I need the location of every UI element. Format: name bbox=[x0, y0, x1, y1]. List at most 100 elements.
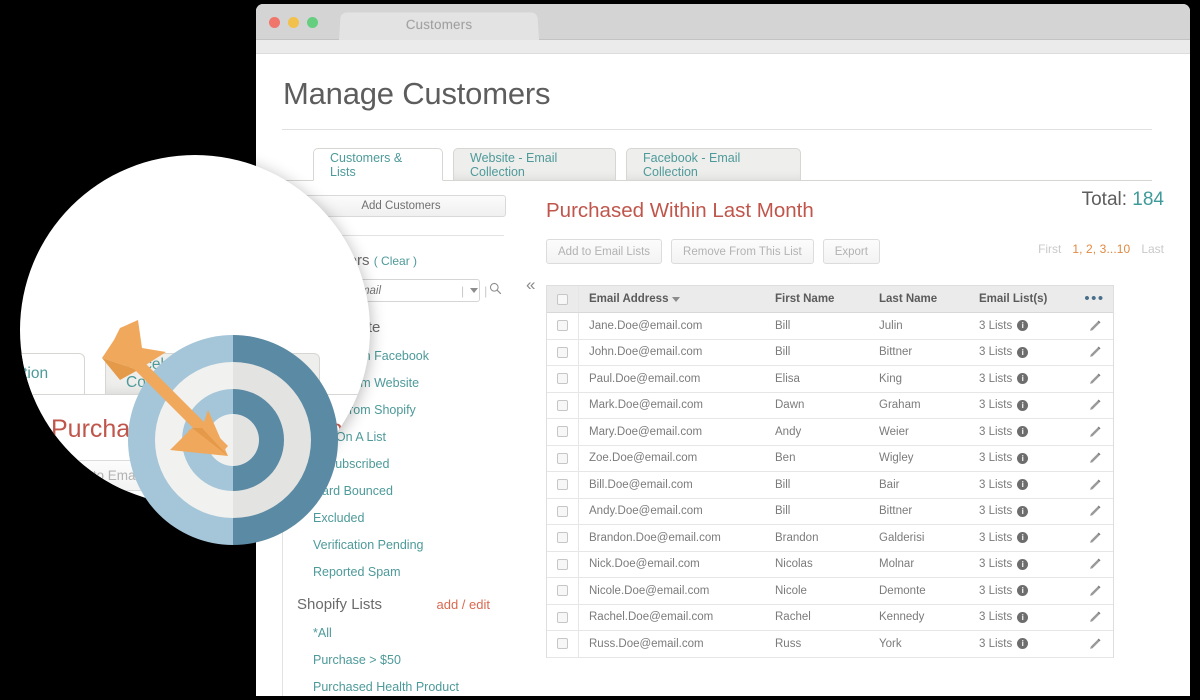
table-row[interactable]: John.Doe@email.com Bill Bittner 3 Lists i bbox=[547, 339, 1113, 366]
search-icon[interactable] bbox=[489, 282, 502, 300]
row-actions-cell[interactable] bbox=[1076, 319, 1113, 333]
magnified-tab-website[interactable]: ...llection bbox=[20, 353, 85, 395]
row-checkbox[interactable] bbox=[557, 611, 568, 623]
clear-link[interactable]: ( Clear ) bbox=[374, 254, 417, 268]
pagination-last[interactable]: Last bbox=[1141, 242, 1164, 256]
row-select-cell[interactable] bbox=[547, 525, 579, 551]
more-options-icon[interactable]: ••• bbox=[1084, 291, 1104, 306]
edit-pencil-icon[interactable] bbox=[1088, 345, 1102, 359]
table-row[interactable]: Bill.Doe@email.com Bill Bair 3 Lists i bbox=[547, 472, 1113, 499]
collapse-sidebar-icon[interactable]: « bbox=[526, 276, 535, 293]
remove-from-this-list-button[interactable]: Remove From This List bbox=[671, 239, 814, 264]
pagination-first[interactable]: First bbox=[1038, 242, 1061, 256]
sidebar-list-item[interactable]: Purchased Health Product bbox=[297, 680, 504, 694]
row-select-cell[interactable] bbox=[547, 498, 579, 524]
table-row[interactable]: Andy.Doe@email.com Bill Bittner 3 Lists i bbox=[547, 498, 1113, 525]
edit-pencil-icon[interactable] bbox=[1088, 584, 1102, 598]
chevron-down-icon[interactable] bbox=[470, 288, 479, 293]
row-select-cell[interactable] bbox=[547, 604, 579, 630]
minimize-icon[interactable] bbox=[288, 17, 299, 28]
table-row[interactable]: Mary.Doe@email.com Andy Weier 3 Lists i bbox=[547, 419, 1113, 446]
tab-website-email-collection[interactable]: Website - Email Collection bbox=[453, 148, 616, 181]
row-select-cell[interactable] bbox=[547, 445, 579, 471]
row-actions-cell[interactable] bbox=[1076, 372, 1113, 386]
row-checkbox[interactable] bbox=[557, 399, 568, 411]
info-icon[interactable]: i bbox=[1017, 399, 1029, 411]
close-icon[interactable] bbox=[269, 17, 280, 28]
row-actions-cell[interactable] bbox=[1076, 584, 1113, 598]
row-select-cell[interactable] bbox=[547, 313, 579, 339]
add-edit-link[interactable]: add / edit bbox=[437, 597, 491, 612]
select-all-cell[interactable] bbox=[547, 286, 579, 312]
row-select-cell[interactable] bbox=[547, 631, 579, 657]
row-checkbox[interactable] bbox=[557, 426, 568, 438]
row-select-cell[interactable] bbox=[547, 339, 579, 365]
row-checkbox[interactable] bbox=[557, 346, 568, 358]
row-actions-cell[interactable] bbox=[1076, 398, 1113, 412]
info-icon[interactable]: i bbox=[1017, 558, 1029, 570]
row-checkbox[interactable] bbox=[557, 558, 568, 570]
edit-pencil-icon[interactable] bbox=[1088, 637, 1102, 651]
sidebar-list-item[interactable]: Reported Spam bbox=[297, 565, 504, 579]
browser-tab[interactable]: Customers bbox=[339, 12, 539, 40]
row-actions-cell[interactable] bbox=[1076, 637, 1113, 651]
edit-pencil-icon[interactable] bbox=[1088, 451, 1102, 465]
info-icon[interactable]: i bbox=[1017, 479, 1029, 491]
row-checkbox[interactable] bbox=[557, 532, 568, 544]
sidebar-list-item[interactable]: Purchase > $50 bbox=[297, 653, 504, 667]
sidebar-list-item[interactable]: *All bbox=[297, 626, 504, 640]
info-icon[interactable]: i bbox=[1017, 320, 1029, 332]
row-actions-cell[interactable] bbox=[1076, 557, 1113, 571]
col-more-options[interactable]: ••• bbox=[1076, 291, 1113, 306]
table-row[interactable]: Russ.Doe@email.com Russ York 3 Lists i bbox=[547, 631, 1113, 658]
table-row[interactable]: Brandon.Doe@email.com Brandon Galderisi 3 L… bbox=[547, 525, 1113, 552]
edit-pencil-icon[interactable] bbox=[1088, 531, 1102, 545]
edit-pencil-icon[interactable] bbox=[1088, 610, 1102, 624]
tab-facebook-email-collection[interactable]: Facebook - Email Collection bbox=[626, 148, 801, 181]
col-email-lists[interactable]: Email List(s) bbox=[979, 293, 1076, 305]
edit-pencil-icon[interactable] bbox=[1088, 319, 1102, 333]
select-all-checkbox[interactable] bbox=[557, 293, 568, 305]
row-checkbox[interactable] bbox=[557, 452, 568, 464]
add-to-email-lists-button[interactable]: Add to Email Lists bbox=[546, 239, 663, 264]
table-row[interactable]: Paul.Doe@email.com Elisa King 3 Lists i bbox=[547, 366, 1113, 393]
edit-pencil-icon[interactable] bbox=[1088, 478, 1102, 492]
row-select-cell[interactable] bbox=[547, 472, 579, 498]
info-icon[interactable]: i bbox=[1017, 638, 1029, 650]
edit-pencil-icon[interactable] bbox=[1088, 372, 1102, 386]
row-select-cell[interactable] bbox=[547, 419, 579, 445]
info-icon[interactable]: i bbox=[1017, 611, 1029, 623]
row-checkbox[interactable] bbox=[557, 479, 568, 491]
row-select-cell[interactable] bbox=[547, 551, 579, 577]
table-row[interactable]: Rachel.Doe@email.com Rachel Kennedy 3 Lists… bbox=[547, 604, 1113, 631]
table-row[interactable]: Zoe.Doe@email.com Ben Wigley 3 Lists i bbox=[547, 445, 1113, 472]
zoom-icon[interactable] bbox=[307, 17, 318, 28]
table-row[interactable]: Mark.Doe@email.com Dawn Graham 3 Lists i bbox=[547, 392, 1113, 419]
row-checkbox[interactable] bbox=[557, 585, 568, 597]
table-row[interactable]: Jane.Doe@email.com Bill Julin 3 Lists i bbox=[547, 313, 1113, 340]
sort-desc-icon[interactable] bbox=[672, 297, 681, 302]
row-checkbox[interactable] bbox=[557, 320, 568, 332]
info-icon[interactable]: i bbox=[1017, 346, 1029, 358]
row-checkbox[interactable] bbox=[557, 373, 568, 385]
info-icon[interactable]: i bbox=[1017, 373, 1029, 385]
row-actions-cell[interactable] bbox=[1076, 531, 1113, 545]
info-icon[interactable]: i bbox=[1017, 585, 1029, 597]
row-checkbox[interactable] bbox=[557, 505, 568, 517]
info-icon[interactable]: i bbox=[1017, 452, 1029, 464]
row-select-cell[interactable] bbox=[547, 366, 579, 392]
edit-pencil-icon[interactable] bbox=[1088, 504, 1102, 518]
row-actions-cell[interactable] bbox=[1076, 451, 1113, 465]
col-last-name[interactable]: Last Name bbox=[879, 293, 979, 305]
col-email-address[interactable]: Email Address bbox=[579, 288, 775, 310]
row-actions-cell[interactable] bbox=[1076, 345, 1113, 359]
table-row[interactable]: Nick.Doe@email.com Nicolas Molnar 3 Lists i bbox=[547, 551, 1113, 578]
info-icon[interactable]: i bbox=[1017, 505, 1029, 517]
edit-pencil-icon[interactable] bbox=[1088, 557, 1102, 571]
row-select-cell[interactable] bbox=[547, 392, 579, 418]
row-select-cell[interactable] bbox=[547, 578, 579, 604]
row-actions-cell[interactable] bbox=[1076, 504, 1113, 518]
row-actions-cell[interactable] bbox=[1076, 425, 1113, 439]
edit-pencil-icon[interactable] bbox=[1088, 398, 1102, 412]
pagination-pages[interactable]: 1, 2, 3...10 bbox=[1072, 242, 1130, 256]
